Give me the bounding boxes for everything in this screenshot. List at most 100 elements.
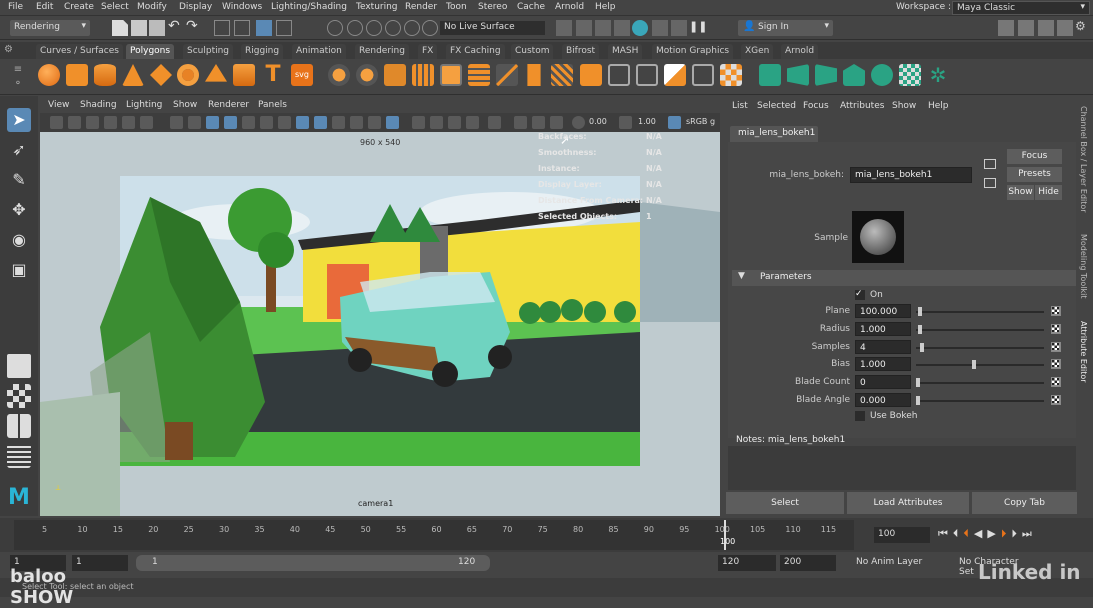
outliner-layout-icon[interactable] [7, 444, 31, 468]
move-tool-icon[interactable]: ✥ [7, 198, 31, 222]
redo-icon[interactable]: ↷ [186, 18, 202, 34]
2d-pan-zoom-icon[interactable] [122, 116, 135, 129]
menu-texturing[interactable]: Texturing [356, 2, 398, 12]
tab-xgen[interactable]: XGen [741, 44, 774, 59]
fill-hole-icon[interactable] [580, 64, 602, 86]
extrude-icon[interactable] [496, 64, 518, 86]
poly-sphere-icon[interactable] [38, 64, 60, 86]
ae-menu-selected[interactable]: Selected [757, 101, 796, 111]
four-view-layout-icon[interactable] [7, 384, 31, 408]
separate-icon[interactable] [356, 64, 378, 86]
anti-aliasing-icon[interactable] [448, 116, 461, 129]
menu-file[interactable]: File [8, 2, 23, 12]
lock-selection-icon[interactable] [276, 20, 292, 36]
tab-fx-caching[interactable]: FX Caching [446, 44, 505, 59]
param-slider[interactable] [916, 360, 1044, 369]
poly-cube-icon[interactable] [66, 64, 88, 86]
presets-button[interactable]: Presets [1007, 167, 1062, 182]
use-bokeh-checkbox[interactable] [855, 411, 865, 421]
output-connection-icon[interactable] [984, 178, 996, 188]
arnold-render-icon[interactable] [652, 20, 668, 36]
field-chart-icon[interactable] [242, 116, 255, 129]
map-button-icon[interactable] [1051, 377, 1061, 387]
tab-motion-graphics[interactable]: Motion Graphics [652, 44, 734, 59]
side-tab-channel-box[interactable]: Channel Box / Layer Editor [1079, 106, 1088, 213]
snap-curve-icon[interactable] [347, 20, 363, 36]
xray-joints-icon[interactable] [532, 116, 545, 129]
menu-arnold[interactable]: Arnold [555, 2, 584, 12]
menu-display[interactable]: Display [179, 2, 212, 12]
single-perspective-layout-icon[interactable] [7, 354, 31, 378]
gear-icon[interactable]: ⚙ [1075, 19, 1091, 35]
target-weld-icon[interactable] [636, 64, 658, 86]
step-back-icon[interactable]: ⏴ [953, 527, 964, 540]
attribute-editor-icon[interactable] [1018, 20, 1034, 36]
camera-attributes-icon[interactable] [68, 116, 81, 129]
render-frame-icon[interactable] [576, 20, 592, 36]
render-view-icon[interactable] [556, 20, 572, 36]
viewport-panel[interactable]: View Shading Lighting Show Renderer Pane… [40, 98, 720, 516]
map-button-icon[interactable] [1051, 306, 1061, 316]
tab-fx[interactable]: FX [418, 44, 438, 59]
live-surface-icon[interactable] [422, 20, 438, 36]
param-field[interactable]: 1.000 [855, 357, 911, 371]
smooth-icon[interactable] [412, 64, 434, 86]
poly-torus-icon[interactable] [177, 64, 199, 86]
wireframe-icon[interactable] [296, 116, 309, 129]
multi-cut-icon[interactable] [608, 64, 630, 86]
smooth-shade-icon[interactable] [314, 116, 327, 129]
current-frame-field[interactable]: 100 [874, 527, 930, 543]
select-object-icon[interactable] [234, 20, 250, 36]
render-settings-icon[interactable] [614, 20, 630, 36]
menu-cache[interactable]: Cache [517, 2, 545, 12]
grid-icon[interactable] [170, 116, 183, 129]
vp-menu-shading[interactable]: Shading [80, 100, 117, 110]
channel-box-icon[interactable] [1057, 20, 1073, 36]
paint-select-icon[interactable]: ✎ [7, 168, 31, 192]
param-slider[interactable] [916, 343, 1044, 352]
quad-draw-icon[interactable] [692, 64, 714, 86]
snap-point-icon[interactable] [366, 20, 382, 36]
ae-menu-focus[interactable]: Focus [803, 101, 829, 111]
snap-view-icon[interactable] [385, 20, 401, 36]
tab-sculpting[interactable]: Sculpting [183, 44, 234, 59]
param-slider[interactable] [916, 378, 1044, 387]
param-field[interactable]: 0.000 [855, 393, 911, 407]
copy-tab-button[interactable]: Copy Tab [972, 492, 1077, 514]
side-tab-modeling-toolkit[interactable]: Modeling Toolkit [1079, 234, 1088, 298]
select-tool-icon[interactable]: ➤ [7, 108, 31, 132]
film-gate-icon[interactable] [188, 116, 201, 129]
tab-polygons[interactable]: Polygons [126, 44, 175, 59]
bookmark-icon[interactable] [86, 116, 99, 129]
menu-create[interactable]: Create [64, 2, 94, 12]
use-all-lights-icon[interactable] [368, 116, 381, 129]
menu-select[interactable]: Select [101, 2, 129, 12]
resolution-gate-icon[interactable] [206, 116, 219, 129]
planar-map-icon[interactable] [787, 64, 809, 86]
on-checkbox[interactable]: ✓ [855, 290, 865, 300]
snap-surface-icon[interactable] [404, 20, 420, 36]
xray-components-icon[interactable] [550, 116, 563, 129]
vp-menu-show[interactable]: Show [173, 100, 197, 110]
playback-end-field[interactable]: 120 [718, 555, 776, 571]
reduce-icon[interactable] [440, 64, 462, 86]
xray-icon[interactable] [514, 116, 527, 129]
param-slider[interactable] [916, 307, 1044, 316]
poly-cone-icon[interactable] [122, 64, 144, 86]
bridge-icon[interactable] [527, 64, 541, 86]
vp-menu-panels[interactable]: Panels [258, 100, 287, 110]
menu-render[interactable]: Render [405, 2, 437, 12]
hypershade-icon[interactable] [632, 20, 648, 36]
color-space-value[interactable]: sRGB g [686, 117, 715, 126]
snap-grid-icon[interactable] [327, 20, 343, 36]
uv-editor-icon[interactable] [759, 64, 781, 86]
new-scene-icon[interactable] [112, 20, 128, 36]
ae-menu-attributes[interactable]: Attributes [840, 101, 884, 111]
tab-mia-lens-bokeh1[interactable]: mia_lens_bokeh1 [730, 126, 818, 142]
poly-cylinder-icon[interactable] [94, 64, 116, 86]
extract-icon[interactable] [384, 64, 406, 86]
menu-set-dropdown[interactable]: Rendering ▾ [10, 20, 90, 36]
ae-menu-show[interactable]: Show [892, 101, 916, 111]
exposure-icon[interactable] [572, 116, 585, 129]
tool-settings-icon[interactable] [1038, 20, 1054, 36]
